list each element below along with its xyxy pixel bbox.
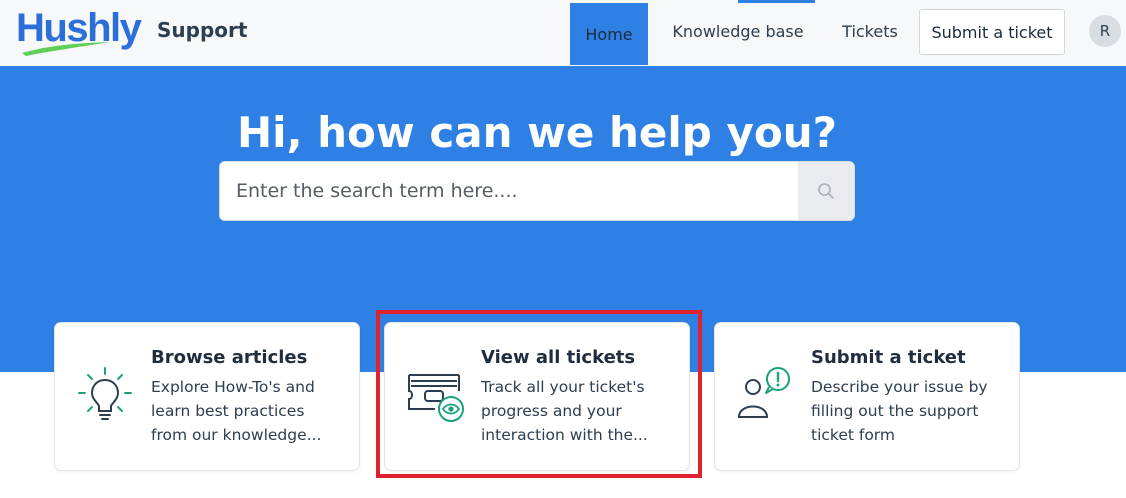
- ticket-view-icon: [408, 374, 464, 422]
- card-view-all-tickets[interactable]: View all tickets Track all your ticket's…: [384, 322, 690, 471]
- search-button[interactable]: [798, 162, 854, 220]
- support-label: Support: [157, 18, 248, 42]
- user-alert-icon: [737, 367, 790, 418]
- user-avatar[interactable]: R: [1089, 15, 1121, 47]
- submit-ticket-button[interactable]: Submit a ticket: [919, 9, 1065, 55]
- nav-tickets[interactable]: Tickets: [830, 0, 910, 62]
- card-title: Submit a ticket: [811, 347, 966, 368]
- search-icon: [818, 183, 834, 199]
- logo-swoosh-icon: [22, 42, 110, 56]
- card-description: Describe your issue by filling out the s…: [811, 378, 988, 444]
- card-description: Track all your ticket's progress and you…: [481, 378, 648, 444]
- search-input[interactable]: [220, 162, 799, 220]
- card-title: View all tickets: [481, 347, 636, 368]
- search-bar: [219, 161, 855, 221]
- nav-home[interactable]: Home: [570, 3, 648, 65]
- card-title: Browse articles: [151, 347, 308, 368]
- nav-knowledge-base[interactable]: Knowledge base: [656, 0, 820, 62]
- card-browse-articles[interactable]: Browse articles Explore How-To's and lea…: [54, 322, 360, 471]
- top-header: Hushly Support Home Knowledge base Ticke…: [0, 0, 1126, 66]
- card-submit-ticket[interactable]: Submit a ticket Describe your issue by f…: [714, 322, 1020, 471]
- card-description: Explore How-To's and learn best practice…: [151, 378, 322, 444]
- lightbulb-icon: [78, 367, 132, 420]
- hero-title: Hi, how can we help you?: [237, 108, 837, 157]
